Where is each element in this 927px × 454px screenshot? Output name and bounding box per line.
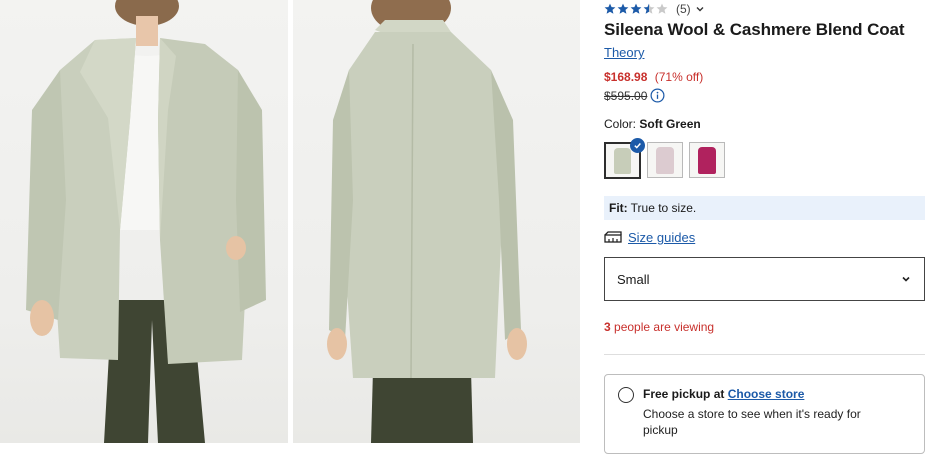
swatch-magenta[interactable] <box>689 142 725 178</box>
review-count[interactable]: (5) <box>676 2 691 16</box>
swatch-soft-green-preview <box>614 148 631 174</box>
selected-color-name: Soft Green <box>639 117 701 131</box>
product-image-back[interactable] <box>293 0 580 443</box>
fit-label: Fit: <box>609 201 628 215</box>
chevron-down-icon[interactable] <box>695 4 705 14</box>
product-image-front[interactable] <box>0 0 288 443</box>
swatch-soft-green[interactable] <box>604 138 645 179</box>
ruler-icon <box>604 230 622 243</box>
rating-summary[interactable]: (5) <box>604 1 705 17</box>
original-price: $595.00 <box>604 88 648 103</box>
size-select[interactable]: Small <box>604 257 925 301</box>
pickup-radio[interactable] <box>618 387 634 403</box>
star-icon <box>643 3 655 14</box>
people-viewing-notice: 3 people are viewing <box>604 320 714 334</box>
size-select-value: Small <box>617 271 650 287</box>
star-icon <box>630 3 642 14</box>
sale-price: $168.98 <box>604 70 648 84</box>
color-swatches <box>604 138 725 179</box>
swatch-magenta-preview <box>698 147 716 174</box>
star-rating <box>604 3 668 15</box>
info-icon[interactable] <box>650 88 665 103</box>
discount-percent: (71% off) <box>654 70 704 84</box>
fit-value: True to size. <box>630 201 697 215</box>
color-label: Color: <box>604 117 637 131</box>
swatch-light-pink-preview <box>656 147 674 174</box>
coat-back-illustration <box>327 0 527 443</box>
price-row: $168.98 (71% off) <box>604 70 703 84</box>
pickup-option[interactable]: Free pickup at Choose store Choose a sto… <box>604 374 925 454</box>
star-icon <box>604 3 616 14</box>
viewing-text: people are viewing <box>614 320 715 334</box>
original-price-row: $595.00 <box>604 88 665 103</box>
product-title: Sileena Wool & Cashmere Blend Coat <box>604 20 905 39</box>
divider <box>604 354 925 355</box>
pickup-title-text: Free pickup at <box>643 387 725 401</box>
star-icon <box>617 3 629 14</box>
brand-link[interactable]: Theory <box>604 45 644 60</box>
choose-store-link[interactable]: Choose store <box>728 387 805 401</box>
check-icon <box>630 138 645 153</box>
star-icon <box>656 3 668 14</box>
size-guides-link[interactable]: Size guides <box>628 230 695 245</box>
size-guide-row[interactable]: Size guides <box>604 230 695 245</box>
fit-info-bar: Fit: True to size. <box>604 196 925 220</box>
chevron-down-icon <box>902 276 910 282</box>
swatch-light-pink[interactable] <box>647 142 683 178</box>
viewing-count: 3 <box>604 320 611 334</box>
color-label-row: Color: Soft Green <box>604 117 701 131</box>
pickup-title: Free pickup at Choose store <box>643 387 804 401</box>
pickup-description: Choose a store to see when it's ready fo… <box>643 407 861 437</box>
coat-front-illustration <box>26 0 266 443</box>
